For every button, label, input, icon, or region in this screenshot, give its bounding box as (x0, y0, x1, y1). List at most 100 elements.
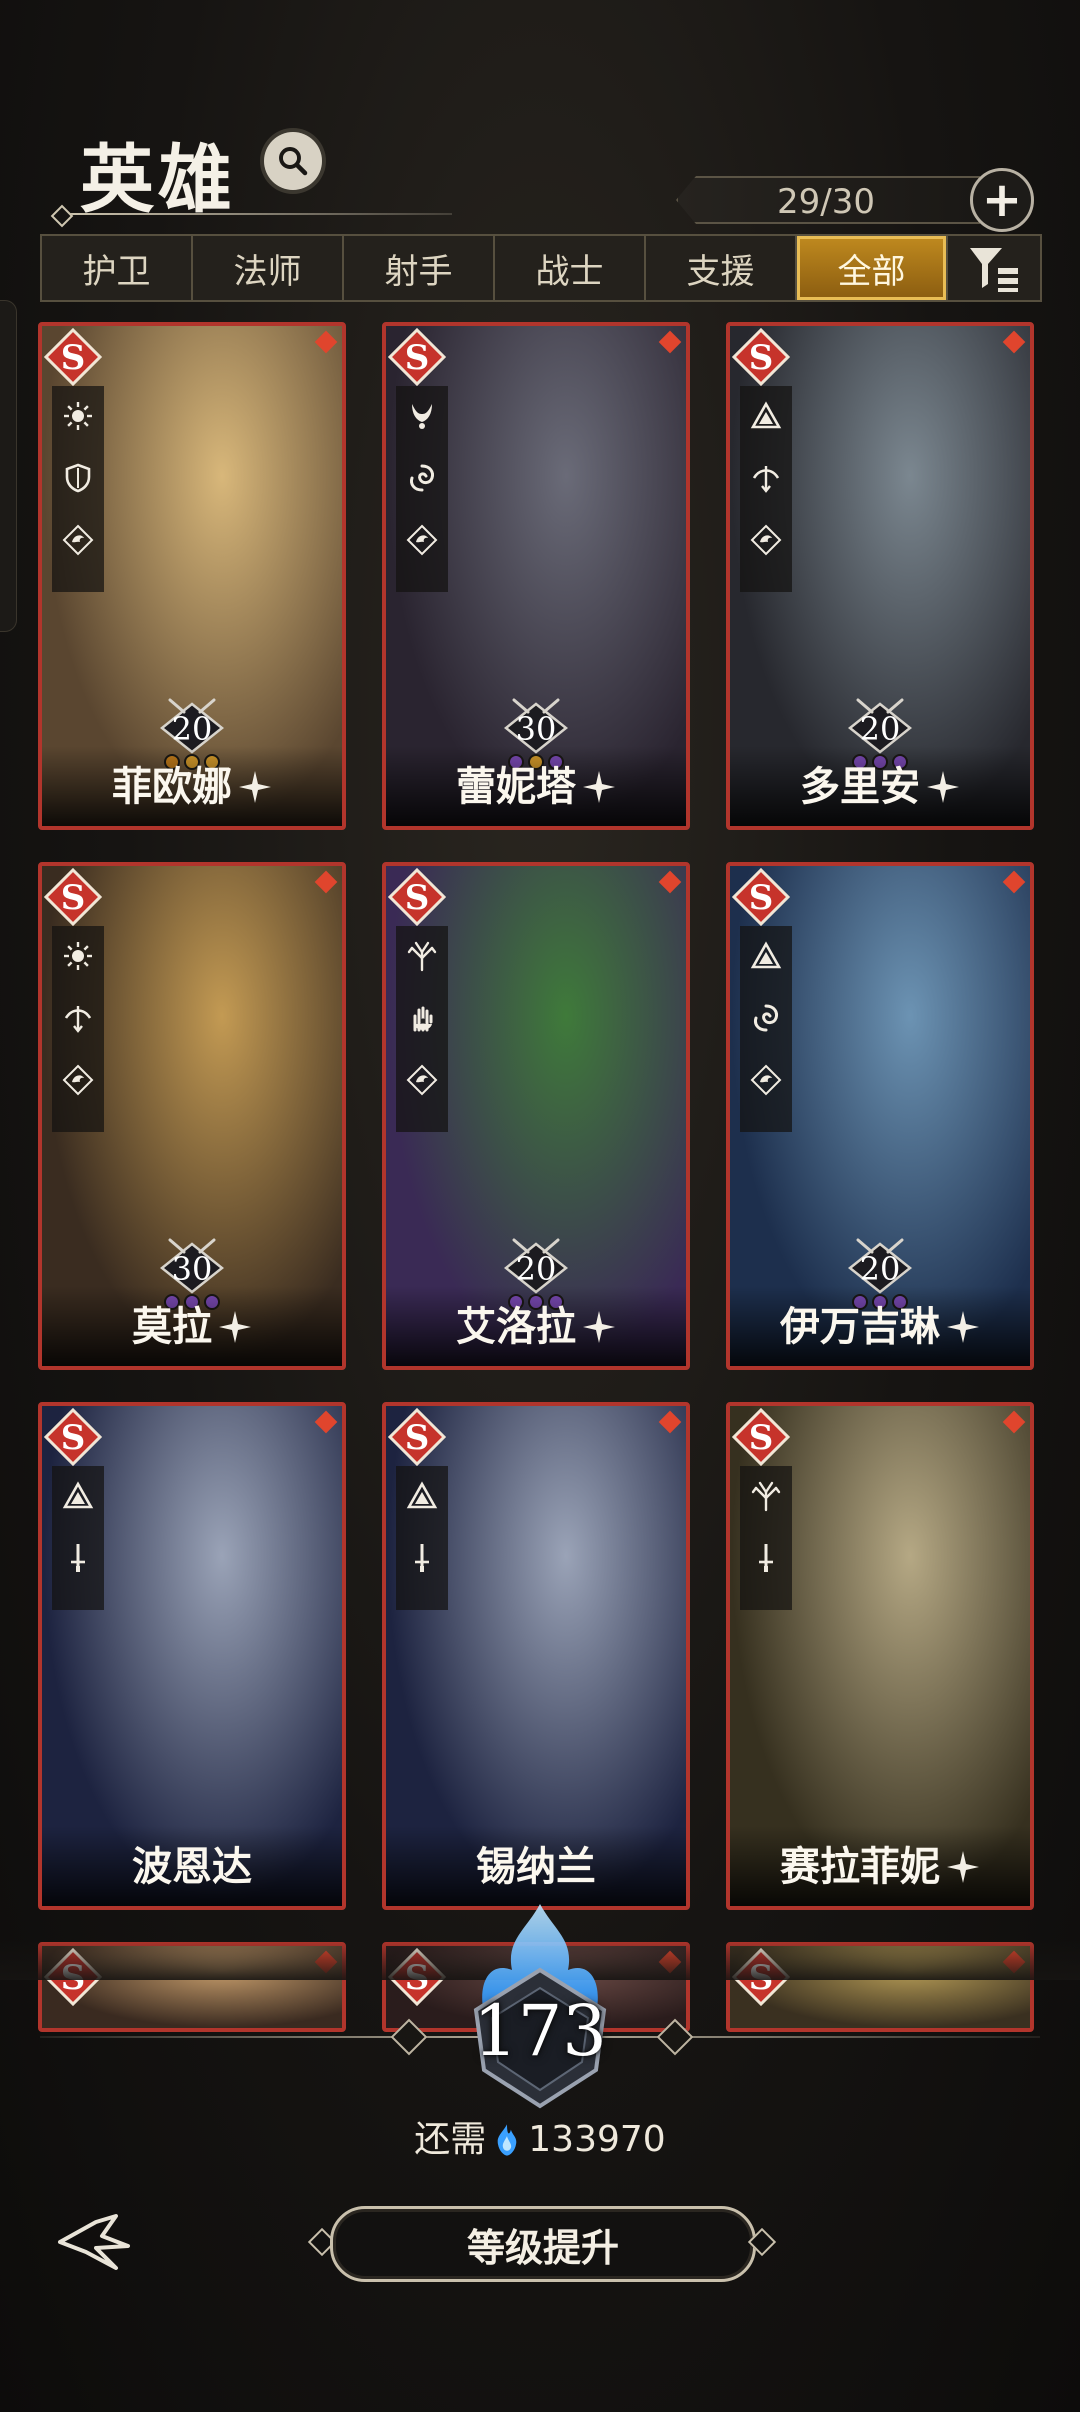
rarity-s-badge-icon: S (731, 327, 791, 387)
tab-warrior[interactable]: 战士 (495, 236, 646, 300)
bow-icon (748, 460, 784, 496)
rarity-s-badge-icon: S (387, 867, 447, 927)
swirl-icon (404, 460, 440, 496)
rarity-s-badge-icon: S (43, 867, 103, 927)
svg-text:S: S (749, 1418, 774, 1458)
sun-icon (60, 398, 96, 434)
rarity-s-badge-icon: S (43, 327, 103, 387)
sparkle-icon (218, 1308, 252, 1343)
hero-card[interactable]: S 波恩达 (38, 1402, 346, 1910)
need-label: 还需 (414, 2119, 487, 2160)
tree-icon (748, 1478, 784, 1514)
dragon-icon (60, 522, 96, 558)
bow-icon (60, 1000, 96, 1036)
svg-text:S: S (405, 338, 430, 378)
hero-card[interactable]: S 30 蕾妮塔 (382, 322, 690, 830)
need-amount: 133970 (528, 2119, 666, 2160)
hero-name: 菲欧娜 (112, 764, 232, 810)
rarity-s-badge-icon: S (731, 867, 791, 927)
hero-card[interactable]: S 20 艾洛拉 (382, 862, 690, 1370)
hero-card[interactable]: S 30 莫拉 (38, 862, 346, 1370)
level-up-button[interactable]: 等级提升 (330, 2206, 756, 2282)
blue-flame-icon (497, 2124, 517, 2156)
hero-level: 20 (515, 1250, 557, 1288)
add-capacity-button[interactable]: + (970, 168, 1034, 232)
hand-icon (404, 1000, 440, 1036)
dragon-icon (748, 1062, 784, 1098)
hero-card[interactable]: S 20 伊万吉琳 (726, 862, 1034, 1370)
sparkle-icon (582, 768, 616, 803)
triangle-icon (404, 1478, 440, 1514)
svg-text:S: S (405, 878, 430, 918)
tab-all[interactable]: 全部 (797, 236, 948, 300)
hero-card[interactable]: S 赛拉菲妮 (726, 1402, 1034, 1910)
sword-icon (60, 1540, 96, 1576)
hero-name: 多里安 (800, 764, 920, 810)
tab-support[interactable]: 支援 (646, 236, 797, 300)
sword-icon (404, 1540, 440, 1576)
swirl-icon (748, 1000, 784, 1036)
sparkle-icon (582, 1308, 616, 1343)
dragon-icon (60, 1062, 96, 1098)
class-tabs: 护卫 法师 射手 战士 支援 全部 (40, 234, 1042, 302)
hero-card[interactable]: S 20 多里安 (726, 322, 1034, 830)
sword-icon (748, 1540, 784, 1576)
page-title: 英雄 (80, 137, 236, 223)
hero-name: 锡纳兰 (476, 1844, 596, 1890)
hero-name-row: 多里安 (730, 754, 1030, 812)
hero-name: 伊万吉琳 (780, 1304, 940, 1350)
hero-level: 30 (171, 1250, 213, 1288)
filter-icon (970, 248, 1018, 292)
hero-level: 20 (859, 710, 901, 748)
dragon-icon (748, 522, 784, 558)
hero-card[interactable]: S 锡纳兰 (382, 1402, 690, 1910)
hero-card[interactable]: S 20 菲欧娜 (38, 322, 346, 830)
svg-text:S: S (61, 338, 86, 378)
svg-text:S: S (749, 338, 774, 378)
hero-name: 赛拉菲妮 (780, 1844, 940, 1890)
side-edge-handle (0, 300, 17, 632)
rarity-s-badge-icon: S (387, 1407, 447, 1467)
hero-capacity: 29/30 + (656, 168, 1034, 232)
tab-archer[interactable]: 射手 (344, 236, 495, 300)
tab-guardian[interactable]: 护卫 (42, 236, 193, 300)
svg-text:S: S (61, 1418, 86, 1458)
sparkle-icon (238, 768, 272, 803)
hero-name-row: 锡纳兰 (386, 1834, 686, 1892)
sparkle-icon (946, 1308, 980, 1343)
hero-name-row: 赛拉菲妮 (730, 1834, 1030, 1892)
hero-name-row: 莫拉 (42, 1294, 342, 1352)
upgrade-cost: 还需 133970 (0, 2110, 1080, 2162)
hero-name-row: 伊万吉琳 (730, 1294, 1030, 1352)
triangle-icon (748, 398, 784, 434)
hero-level: 20 (171, 710, 213, 748)
hero-name-row: 波恩达 (42, 1834, 342, 1892)
hero-level: 30 (515, 710, 557, 748)
rarity-s-badge-icon: S (387, 327, 447, 387)
plus-icon: + (981, 172, 1023, 228)
rarity-s-badge-icon: S (43, 1407, 103, 1467)
sparkle-icon (946, 1848, 980, 1883)
tree-icon (404, 938, 440, 974)
dragon-icon (404, 522, 440, 558)
triangle-icon (60, 1478, 96, 1514)
hero-level: 20 (859, 1250, 901, 1288)
filter-button[interactable] (948, 236, 1040, 300)
search-icon (279, 147, 308, 176)
dragon-icon (404, 1062, 440, 1098)
hero-name-row: 菲欧娜 (42, 754, 342, 812)
search-button[interactable] (264, 132, 322, 190)
sparkle-icon (926, 768, 960, 803)
triangle-icon (748, 938, 784, 974)
hero-name: 蕾妮塔 (456, 764, 576, 810)
shield-icon (60, 460, 96, 496)
title-underline (62, 213, 452, 215)
hero-name-row: 艾洛拉 (386, 1294, 686, 1352)
svg-text:S: S (405, 1418, 430, 1458)
hero-name: 艾洛拉 (456, 1304, 576, 1350)
capacity-count: 29/30 (777, 182, 875, 222)
svg-text:S: S (61, 878, 86, 918)
back-button-icon[interactable] (56, 2212, 136, 2272)
tab-mage[interactable]: 法师 (193, 236, 344, 300)
sun-icon (60, 938, 96, 974)
